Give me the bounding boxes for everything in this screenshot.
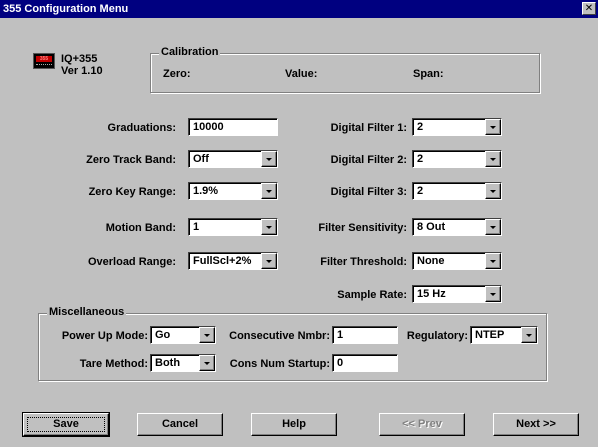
sample-rate-select[interactable]: 15 Hz bbox=[412, 285, 502, 303]
zero-track-band-select[interactable]: Off bbox=[188, 150, 278, 168]
filter-sensitivity-select[interactable]: 8 Out bbox=[412, 218, 502, 236]
filter-threshold-select[interactable]: None bbox=[412, 252, 502, 270]
digital-filter-3-value: 2 bbox=[417, 185, 424, 197]
motion-band-select[interactable]: 1 bbox=[188, 218, 278, 236]
next-label: Next >> bbox=[516, 418, 556, 430]
zero-key-range-select[interactable]: 1.9% bbox=[188, 182, 278, 200]
power-up-mode-label: Power Up Mode: bbox=[61, 330, 148, 342]
zero-key-range-value: 1.9% bbox=[193, 185, 219, 197]
filter-threshold-label: Filter Threshold: bbox=[320, 256, 407, 268]
tare-method-label: Tare Method: bbox=[79, 358, 148, 370]
power-up-mode-select[interactable]: Go bbox=[150, 326, 216, 344]
device-logo-icon: 355 bbox=[33, 53, 55, 69]
chevron-down-icon[interactable] bbox=[485, 119, 501, 135]
zero-track-band-value: Off bbox=[193, 153, 209, 165]
regulatory-label: Regulatory: bbox=[406, 330, 468, 342]
chevron-down-icon[interactable] bbox=[261, 219, 277, 235]
digital-filter-2-select[interactable]: 2 bbox=[412, 150, 502, 168]
next-button[interactable]: Next >> bbox=[493, 413, 579, 436]
digital-filter-1-label: Digital Filter 1: bbox=[330, 122, 407, 134]
power-up-mode-value: Go bbox=[155, 329, 171, 341]
value-label: Value: bbox=[285, 68, 318, 80]
help-button[interactable]: Help bbox=[251, 413, 337, 436]
calibration-title: Calibration bbox=[159, 46, 221, 58]
logo-keys bbox=[36, 64, 52, 67]
chevron-down-icon[interactable] bbox=[261, 151, 277, 167]
device-name: IQ+355 bbox=[61, 53, 98, 65]
chevron-down-icon[interactable] bbox=[521, 327, 537, 343]
calibration-group: Calibration Zero: Value: Span: bbox=[150, 46, 540, 93]
sample-rate-value: 15 Hz bbox=[417, 288, 446, 300]
prev-label: << Prev bbox=[402, 418, 442, 430]
motion-band-label: Motion Band: bbox=[105, 222, 176, 234]
chevron-down-icon[interactable] bbox=[485, 286, 501, 302]
chevron-down-icon[interactable] bbox=[261, 253, 277, 269]
chevron-down-icon[interactable] bbox=[485, 151, 501, 167]
close-icon: ✕ bbox=[584, 3, 594, 14]
window-title: 355 Configuration Menu bbox=[3, 3, 129, 15]
graduations-input[interactable]: 10000 bbox=[188, 118, 278, 136]
zero-label: Zero: bbox=[163, 68, 191, 80]
cons-num-startup-input[interactable]: 0 bbox=[332, 354, 398, 372]
title-bar[interactable]: 355 Configuration Menu ✕ bbox=[0, 0, 598, 18]
filter-sensitivity-value: 8 Out bbox=[417, 221, 446, 233]
prev-button[interactable]: << Prev bbox=[379, 413, 465, 436]
consecutive-nmbr-input[interactable]: 1 bbox=[332, 326, 398, 344]
overload-range-select[interactable]: FullScl+2% bbox=[188, 252, 278, 270]
logo-display: 355 bbox=[36, 56, 52, 62]
chevron-down-icon[interactable] bbox=[485, 253, 501, 269]
digital-filter-2-value: 2 bbox=[417, 153, 424, 165]
span-label: Span: bbox=[413, 68, 444, 80]
chevron-down-icon[interactable] bbox=[485, 219, 501, 235]
tare-method-select[interactable]: Both bbox=[150, 354, 216, 372]
consecutive-nmbr-label: Consecutive Nmbr: bbox=[229, 330, 330, 342]
cancel-button[interactable]: Cancel bbox=[137, 413, 223, 436]
digital-filter-1-value: 2 bbox=[417, 121, 424, 133]
digital-filter-3-select[interactable]: 2 bbox=[412, 182, 502, 200]
cons-num-startup-label: Cons Num Startup: bbox=[229, 358, 330, 370]
overload-range-value: FullScl+2% bbox=[193, 255, 252, 267]
chevron-down-icon[interactable] bbox=[199, 355, 215, 371]
chevron-down-icon[interactable] bbox=[199, 327, 215, 343]
motion-band-value: 1 bbox=[193, 221, 200, 233]
digital-filter-1-select[interactable]: 2 bbox=[412, 118, 502, 136]
filter-threshold-value: None bbox=[417, 255, 445, 267]
digital-filter-3-label: Digital Filter 3: bbox=[330, 186, 407, 198]
cancel-label: Cancel bbox=[161, 418, 199, 430]
chevron-down-icon[interactable] bbox=[261, 183, 277, 199]
device-info: IQ+355 Ver 1.10 bbox=[61, 53, 103, 77]
filter-sensitivity-label: Filter Sensitivity: bbox=[318, 222, 407, 234]
save-button[interactable]: Save bbox=[22, 412, 110, 437]
zero-track-band-label: Zero Track Band: bbox=[86, 154, 176, 166]
close-button[interactable]: ✕ bbox=[582, 2, 596, 15]
regulatory-value: NTEP bbox=[475, 329, 505, 341]
digital-filter-2-label: Digital Filter 2: bbox=[330, 154, 407, 166]
graduations-label: Graduations: bbox=[107, 122, 176, 134]
focus-rect bbox=[27, 417, 105, 432]
sample-rate-label: Sample Rate: bbox=[337, 289, 407, 301]
regulatory-select[interactable]: NTEP bbox=[470, 326, 538, 344]
chevron-down-icon[interactable] bbox=[485, 183, 501, 199]
device-version: Ver 1.10 bbox=[61, 65, 103, 77]
miscellaneous-group: Miscellaneous bbox=[38, 306, 547, 381]
zero-key-range-label: Zero Key Range: bbox=[88, 186, 176, 198]
help-label: Help bbox=[282, 418, 306, 430]
overload-range-label: Overload Range: bbox=[87, 256, 176, 268]
miscellaneous-title: Miscellaneous bbox=[47, 306, 127, 318]
tare-method-value: Both bbox=[155, 357, 181, 369]
